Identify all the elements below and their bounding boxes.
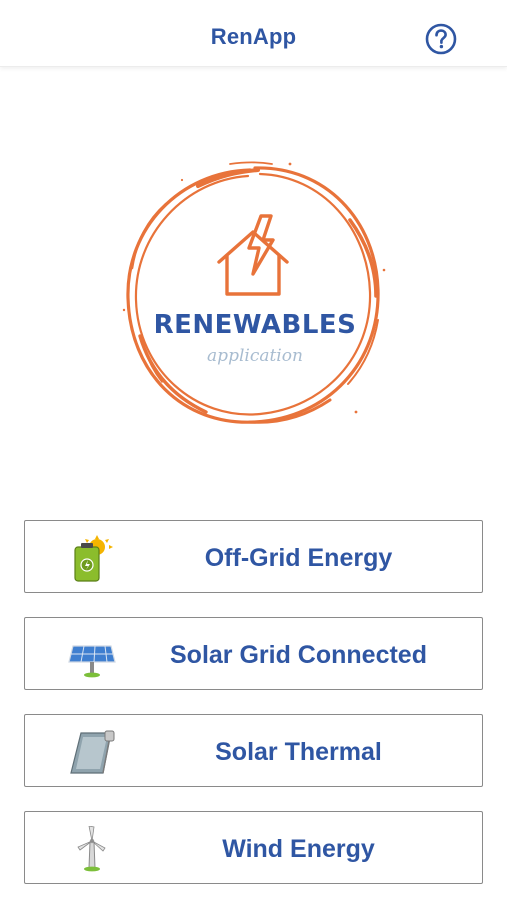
battery-sun-icon (74, 535, 113, 582)
logo-subtitle: application (207, 346, 303, 366)
solar-thermal-button[interactable]: Solar Thermal (24, 714, 483, 787)
question-circle-icon (425, 23, 457, 55)
solar-thermal-collector-icon (70, 730, 115, 774)
house-lightning-icon (217, 214, 289, 296)
renewables-logo: RENEWABLES application (110, 150, 400, 440)
menu-item-label: Wind Energy (222, 835, 375, 863)
wind-energy-button[interactable]: Wind Energy (24, 811, 483, 884)
menu-item-label: Off-Grid Energy (204, 544, 393, 572)
app-screen: RenApp RENEWABLES application Off-Grid E… (0, 0, 507, 900)
wind-turbine-icon (77, 826, 106, 872)
menu-item-label: Solar Grid Connected (170, 641, 427, 669)
help-button[interactable] (425, 23, 457, 55)
solar-panel-icon (68, 645, 116, 678)
logo-title: RENEWABLES (153, 310, 357, 340)
solar-grid-connected-button[interactable]: Solar Grid Connected (24, 617, 483, 690)
menu-item-label: Solar Thermal (215, 738, 382, 766)
energy-menu: Off-Grid Energy Solar Grid Connected Sol… (24, 520, 485, 900)
app-header: RenApp (0, 0, 507, 67)
off-grid-energy-button[interactable]: Off-Grid Energy (24, 520, 483, 593)
